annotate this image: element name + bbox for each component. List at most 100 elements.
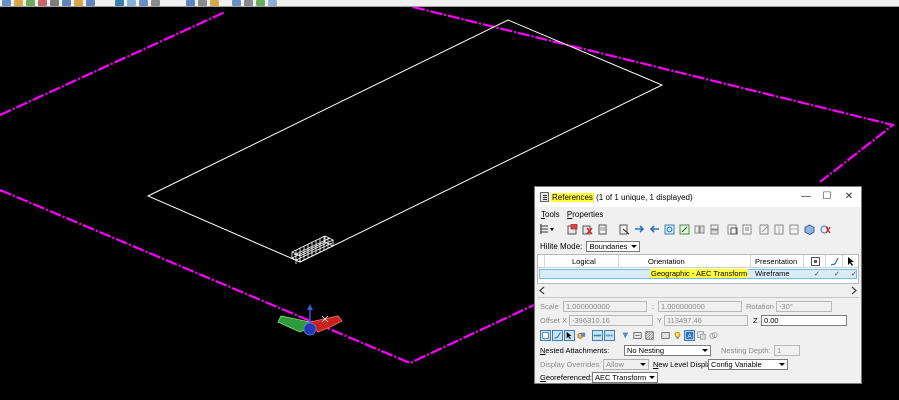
snap-toggle-icon[interactable] — [552, 330, 563, 341]
scale-reference-input[interactable]: 1.000000000 — [658, 301, 742, 312]
toolbar-tool-icon[interactable] — [139, 0, 148, 6]
column-separator — [750, 255, 751, 268]
display-raster-icon[interactable] — [620, 330, 631, 341]
toolbar-tool-icon[interactable] — [268, 0, 277, 6]
exchange-reference-icon[interactable] — [619, 224, 630, 235]
toolbar-tool-icon[interactable] — [244, 0, 253, 6]
move-reference-icon[interactable] — [634, 224, 645, 235]
list-view-icon[interactable] — [539, 224, 555, 235]
toolbar-tool-icon[interactable] — [256, 0, 265, 6]
toolbar-tool-icon[interactable] — [50, 0, 59, 6]
toolbar-tool-icon[interactable] — [186, 0, 195, 6]
application-toolbar — [0, 0, 899, 7]
locate-check-icon[interactable]: ✓ — [851, 271, 857, 278]
column-separator — [825, 255, 826, 268]
hatch-display-icon[interactable] — [644, 330, 655, 341]
reference-3d-icon[interactable] — [804, 224, 815, 235]
column-separator — [618, 255, 619, 268]
new-level-display-select[interactable]: Config Variable — [708, 359, 788, 370]
display-overrides-select[interactable]: Allow — [603, 359, 649, 370]
attach-reference-icon[interactable] — [567, 224, 578, 235]
offset-x-label: Offset X — [540, 316, 567, 325]
mirror-horizontal-icon[interactable] — [694, 224, 705, 235]
use-lights-icon[interactable] — [672, 330, 683, 341]
attachment-toggles: A — [540, 330, 740, 343]
clip-boundary-icon[interactable] — [727, 224, 738, 235]
toolbar-tool-icon[interactable] — [127, 0, 136, 6]
offset-y-input[interactable]: 113497.46 — [664, 315, 748, 326]
references-table[interactable]: Logical Orientation Presentation Geograp… — [537, 254, 859, 284]
scroll-right-icon[interactable] — [849, 286, 858, 295]
display-check-icon[interactable]: ✓ — [814, 271, 820, 278]
treat-as-element-icon[interactable] — [632, 330, 643, 341]
reference-settings-icon[interactable] — [820, 224, 831, 235]
references-dialog: References (1 of 1 unique, 1 displayed) … — [534, 186, 862, 384]
clip-front-icon[interactable] — [774, 224, 785, 235]
minimize-button[interactable]: — — [797, 190, 815, 203]
delete-clip-icon[interactable] — [759, 224, 770, 235]
toolbar-tool-icon[interactable] — [14, 0, 23, 6]
close-button[interactable]: ✕ — [840, 190, 858, 203]
snap-toggle-icon[interactable] — [830, 257, 839, 266]
table-row[interactable]: Geographic - AEC Transform Wireframe ✓ ✓… — [539, 269, 857, 279]
ignore-attachment-icon[interactable] — [660, 330, 671, 341]
cycle-through-icon[interactable] — [708, 330, 719, 341]
snap-check-icon[interactable]: ✓ — [834, 271, 840, 278]
rotation-input[interactable]: -30° — [776, 301, 832, 312]
scale-reference-icon[interactable] — [679, 224, 690, 235]
rotate-reference-icon[interactable] — [664, 224, 675, 235]
display-toggle-icon[interactable] — [540, 330, 551, 341]
scale-line-styles-icon[interactable] — [604, 330, 615, 341]
chevron-down-icon — [701, 347, 709, 354]
locate-toggle-icon[interactable] — [847, 256, 856, 266]
annotation-text-icon[interactable]: A — [684, 330, 695, 341]
synchronize-views-icon[interactable] — [696, 330, 707, 341]
georeferenced-label: Georeferenced: — [540, 373, 593, 382]
clip-back-icon[interactable] — [789, 224, 800, 235]
toolbar-tool-icon[interactable] — [74, 0, 83, 6]
level-overrides-icon[interactable] — [576, 330, 587, 341]
chevron-down-icon — [648, 374, 656, 381]
column-header-presentation[interactable]: Presentation — [755, 257, 797, 266]
cell-orientation: Geographic - AEC Transform — [650, 269, 749, 278]
toolbar-tool-icon[interactable] — [198, 0, 207, 6]
true-scale-icon[interactable] — [592, 330, 603, 341]
toolbar-tool-icon[interactable] — [232, 0, 241, 6]
rotation-label: Rotation — [746, 302, 774, 311]
toolbar-tool-icon[interactable] — [2, 0, 11, 6]
horizontal-scrollbar[interactable] — [537, 286, 859, 295]
toolbar-tool-icon[interactable] — [38, 0, 47, 6]
hilite-mode-select[interactable]: Boundaries — [586, 241, 641, 252]
toolbar-tool-icon[interactable] — [86, 0, 95, 6]
menu-properties[interactable]: Properties — [567, 210, 603, 219]
scroll-left-icon[interactable] — [538, 286, 547, 295]
nested-attachments-select[interactable]: No Nesting — [624, 345, 711, 356]
menu-tools[interactable]: Tools — [541, 210, 560, 219]
toolbar-tool-icon[interactable] — [151, 0, 160, 6]
mirror-vertical-icon[interactable] — [709, 224, 720, 235]
dialog-titlebar[interactable]: References (1 of 1 unique, 1 displayed) … — [535, 187, 861, 207]
toolbar-tool-icon[interactable] — [62, 0, 71, 6]
toolbar-tool-icon[interactable] — [210, 0, 219, 6]
scale-master-input[interactable]: 1.000000000 — [563, 301, 647, 312]
offset-row: Offset X -396310.16 Y 113497.46 Z 0.00 — [540, 315, 860, 326]
offset-z-input[interactable]: 0.00 — [761, 315, 847, 326]
hilite-mode-label: Hilite Mode: — [540, 242, 583, 251]
reload-reference-icon[interactable] — [597, 224, 608, 235]
georeferenced-select[interactable]: AEC Transform — [592, 372, 658, 383]
toolbar-tool-icon[interactable] — [115, 0, 124, 6]
nesting-depth-input[interactable]: 1 — [774, 345, 800, 356]
offset-x-input[interactable]: -396310.16 — [569, 315, 653, 326]
column-header-logical[interactable]: Logical — [572, 257, 596, 266]
locate-toggle-icon[interactable] — [564, 330, 575, 341]
column-header-orientation[interactable]: Orientation — [648, 257, 685, 266]
nested-attachments-row: Nested Attachments: No Nesting Nesting D… — [540, 345, 860, 356]
scale-separator: : — [652, 302, 655, 311]
maximize-button[interactable]: ☐ — [818, 190, 836, 203]
copy-reference-icon[interactable] — [649, 224, 660, 235]
detach-reference-icon[interactable] — [582, 224, 593, 235]
toolbar-tool-icon[interactable] — [26, 0, 35, 6]
column-separator — [544, 255, 545, 268]
display-toggle-icon[interactable] — [811, 257, 820, 266]
clip-mask-icon[interactable] — [742, 224, 753, 235]
